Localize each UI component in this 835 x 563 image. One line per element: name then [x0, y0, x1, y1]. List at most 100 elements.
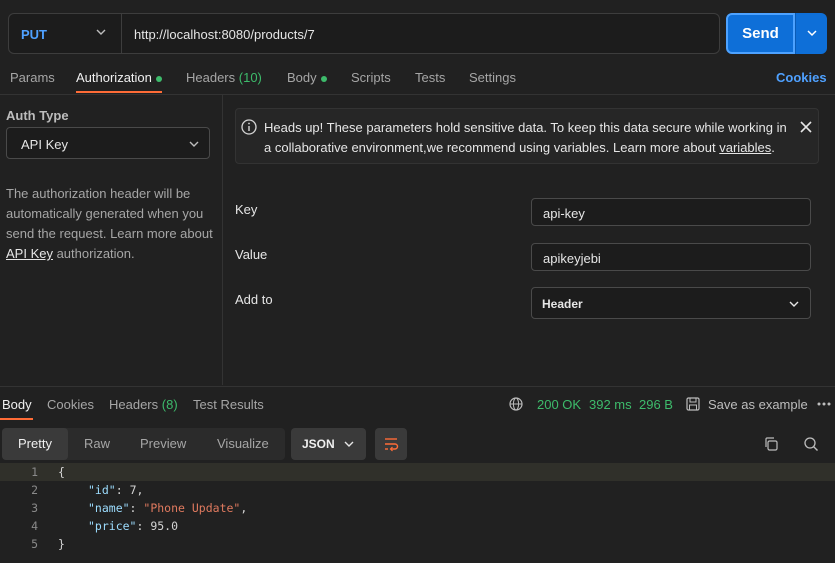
code-text: "id": 7,: [88, 481, 143, 499]
response-tab-test-results[interactable]: Test Results: [193, 397, 264, 412]
value-value: apikeyjebi: [543, 251, 601, 266]
add-to-value: Header: [542, 297, 583, 311]
wrap-icon: [385, 438, 399, 452]
chevron-down-icon: [189, 141, 199, 147]
sensitive-data-banner: Heads up! These parameters hold sensitiv…: [235, 108, 819, 164]
active-response-tab-indicator: [0, 418, 33, 420]
tab-body-label: Body: [287, 70, 317, 85]
info-icon: [241, 119, 257, 135]
url-input[interactable]: http://localhost:8080/products/7: [134, 27, 315, 42]
code-text: {: [58, 465, 65, 479]
json-value: "Phone Update": [143, 501, 241, 515]
tab-authorization-label: Authorization: [76, 70, 152, 85]
key-input[interactable]: api-key: [531, 198, 811, 226]
auth-description: The authorization header will be automat…: [6, 184, 216, 264]
chevron-down-icon: [789, 301, 799, 307]
method-select[interactable]: PUT: [21, 27, 47, 42]
code-line: 5 }: [0, 535, 835, 553]
copy-icon[interactable]: [763, 436, 779, 452]
response-divider: [0, 386, 835, 387]
line-number: 1: [31, 465, 38, 479]
tab-headers-label: Headers: [186, 70, 236, 85]
json-sep: :: [136, 519, 151, 533]
panel-divider: [222, 95, 223, 385]
key-label: Key: [235, 202, 258, 217]
value-label: Value: [235, 247, 268, 262]
response-tab-body[interactable]: Body: [2, 397, 32, 412]
response-size[interactable]: 296 B: [639, 397, 673, 412]
json-comma: ,: [240, 501, 248, 515]
view-tab-visualize[interactable]: Visualize: [217, 436, 269, 451]
save-as-example-button[interactable]: Save as example: [686, 396, 808, 414]
tabs-divider: [0, 94, 835, 95]
response-tab-headers[interactable]: Headers (8): [109, 397, 178, 412]
code-text: "name": "Phone Update",: [88, 499, 247, 517]
close-icon[interactable]: [800, 121, 812, 133]
line-number: 5: [31, 537, 38, 551]
code-text: "price": 95.0: [88, 517, 178, 535]
send-options-button[interactable]: [795, 13, 827, 54]
chevron-down-icon[interactable]: [95, 26, 107, 38]
status-code[interactable]: 200 OK: [537, 397, 581, 412]
json-key: "name": [88, 501, 130, 515]
banner-message: Heads up! These parameters hold sensitiv…: [264, 120, 787, 155]
response-code-viewer[interactable]: 1 { 2 "id": 7, 3 "name": "Phone Update",…: [0, 463, 835, 563]
active-tab-indicator: [76, 91, 162, 93]
view-mode-tabs: Pretty Raw Preview Visualize: [2, 428, 285, 460]
api-key-link[interactable]: API Key: [6, 246, 53, 261]
json-value: 95.0: [150, 519, 179, 533]
wrap-lines-button[interactable]: [375, 428, 407, 460]
view-tab-raw[interactable]: Raw: [84, 436, 110, 451]
add-to-select[interactable]: Header: [531, 287, 811, 319]
tab-authorization[interactable]: Authorization: [76, 70, 162, 85]
save-as-example-label: Save as example: [708, 397, 808, 412]
auth-desc-text-end: authorization.: [52, 246, 135, 261]
code-line: 4 "price": 95.0: [0, 517, 835, 535]
more-options-icon[interactable]: [817, 402, 831, 406]
tab-params[interactable]: Params: [10, 70, 55, 85]
view-tab-preview[interactable]: Preview: [140, 436, 186, 451]
url-divider: [121, 14, 122, 53]
response-time[interactable]: 392 ms: [589, 397, 632, 412]
send-button[interactable]: Send: [726, 13, 795, 54]
modified-dot: [320, 75, 327, 82]
globe-icon[interactable]: [509, 397, 523, 411]
line-number: 2: [31, 483, 38, 497]
json-comma: ,: [136, 483, 144, 497]
cookies-link[interactable]: Cookies: [776, 70, 827, 85]
response-tab-cookies[interactable]: Cookies: [47, 397, 94, 412]
format-value: JSON: [302, 437, 335, 451]
search-icon[interactable]: [803, 436, 819, 452]
format-select[interactable]: JSON: [291, 428, 366, 460]
auth-desc-text: The authorization header will be automat…: [6, 186, 213, 241]
code-line: 3 "name": "Phone Update",: [0, 499, 835, 517]
code-line: 2 "id": 7,: [0, 481, 835, 499]
json-value: 7: [129, 483, 137, 497]
auth-type-label: Auth Type: [6, 108, 69, 123]
line-number: 4: [31, 519, 38, 533]
view-tab-pretty[interactable]: Pretty: [18, 436, 52, 451]
line-number: 3: [31, 501, 38, 515]
value-input[interactable]: apikeyjebi: [531, 243, 811, 271]
tab-headers[interactable]: Headers (10): [186, 70, 262, 85]
json-sep: :: [129, 501, 144, 515]
url-bar: PUT http://localhost:8080/products/7: [8, 13, 720, 54]
json-sep: :: [115, 483, 130, 497]
tab-body[interactable]: Body: [287, 70, 327, 85]
auth-type-select[interactable]: API Key: [6, 127, 210, 159]
key-value: api-key: [543, 206, 585, 221]
modified-dot: [155, 75, 162, 82]
variables-link[interactable]: variables: [719, 140, 771, 155]
response-headers-count: (8): [161, 397, 178, 412]
add-to-label: Add to: [235, 292, 273, 307]
tab-scripts[interactable]: Scripts: [351, 70, 391, 85]
code-line: 1 {: [0, 463, 835, 481]
json-key: "id": [88, 483, 116, 497]
tab-settings[interactable]: Settings: [469, 70, 516, 85]
save-icon: [686, 397, 700, 411]
chevron-down-icon: [807, 30, 817, 37]
response-headers-label: Headers: [109, 397, 159, 412]
tab-tests[interactable]: Tests: [415, 70, 445, 85]
json-key: "price": [88, 519, 137, 533]
chevron-down-icon: [344, 441, 354, 447]
